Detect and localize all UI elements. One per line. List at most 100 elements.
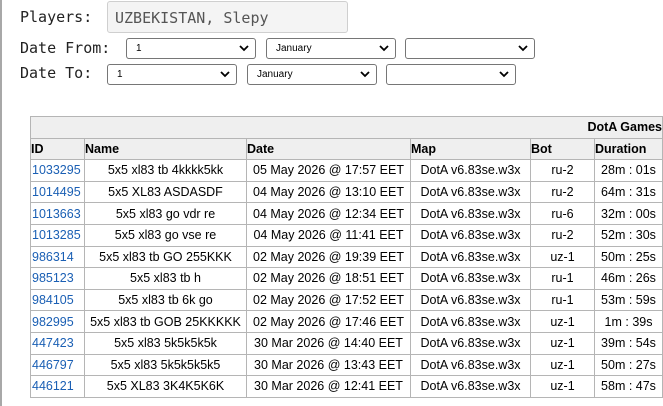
- date-to-label: Date To:: [20, 64, 93, 82]
- table-row: 1033295 5x5 xl83 tb 4kkkk5kk 05 May 2026 @…: [30, 159, 663, 182]
- table-row: 985123 5x5 xl83 tb h 02 May 2026 @ 18:51 E…: [30, 267, 663, 290]
- game-id-link[interactable]: 1013285: [32, 228, 81, 242]
- table-row: 1014495 5x5 XL83 ASDASDF 04 May 2026 @ 13:…: [30, 180, 663, 204]
- players-input[interactable]: UZBEKISTAN, Slepy: [107, 1, 348, 33]
- column-header-date[interactable]: Date: [246, 137, 411, 161]
- game-id-link[interactable]: 446121: [32, 379, 74, 393]
- date-from-day-select[interactable]: 1: [126, 38, 256, 59]
- table-row: 446797 5x5 xl83 5k5k5k5k5 30 Mar 2026 @ 13…: [30, 353, 663, 377]
- game-name-cell: 5x5 XL83 3K4K5K6K: [84, 375, 247, 398]
- game-duration-cell: 46m : 26s: [594, 267, 663, 290]
- game-bot-cell: ru-6: [530, 202, 595, 225]
- game-id-link[interactable]: 985123: [32, 271, 74, 285]
- date-to-month-value: January: [257, 69, 293, 80]
- game-map-cell: DotA v6.83se.w3x: [410, 202, 531, 225]
- game-duration-cell: 53m : 59s: [594, 288, 663, 312]
- game-map-cell: DotA v6.83se.w3x: [410, 288, 531, 312]
- game-name-cell: 5x5 xl83 go vse re: [84, 223, 247, 247]
- game-bot-cell: ru-1: [530, 267, 595, 290]
- game-name-cell: 5x5 xl83 go vdr re: [84, 202, 247, 225]
- game-duration-cell: 1m : 39s: [594, 310, 663, 333]
- game-map-cell: DotA v6.83se.w3x: [410, 180, 531, 204]
- chevron-down-icon: [518, 45, 528, 52]
- games-table: DotA Games ID Name Date Map Bot Duration…: [30, 116, 663, 398]
- table-caption: DotA Games: [30, 116, 663, 139]
- game-id-link[interactable]: 982995: [32, 315, 74, 329]
- game-id-link[interactable]: 447423: [32, 336, 74, 350]
- table-header-row: ID Name Date Map Bot Duration: [30, 137, 663, 161]
- game-id-link[interactable]: 1014495: [32, 185, 81, 199]
- date-from-day-value: 1: [136, 43, 142, 54]
- game-name-cell: 5x5 xl83 tb h: [84, 267, 247, 290]
- game-date-cell: 02 May 2026 @ 17:52 EET: [246, 288, 411, 312]
- column-header-id[interactable]: ID: [30, 137, 85, 161]
- table-row: 1013663 5x5 xl83 go vdr re 04 May 2026 @ 1…: [30, 202, 663, 225]
- game-duration-cell: 64m : 31s: [594, 180, 663, 204]
- column-header-name[interactable]: Name: [84, 137, 247, 161]
- game-bot-cell: uz-1: [530, 310, 595, 333]
- game-id-link-cell: 984105: [30, 288, 85, 312]
- table-row: 982995 5x5 xl83 tb GOB 25KKKKK 02 May 2026…: [30, 310, 663, 333]
- game-map-cell: DotA v6.83se.w3x: [410, 375, 531, 398]
- game-map-cell: DotA v6.83se.w3x: [410, 353, 531, 377]
- game-map-cell: DotA v6.83se.w3x: [410, 245, 531, 269]
- game-duration-cell: 50m : 25s: [594, 245, 663, 269]
- game-duration-cell: 50m : 27s: [594, 353, 663, 377]
- game-date-cell: 04 May 2026 @ 12:34 EET: [246, 202, 411, 225]
- game-date-cell: 30 Mar 2026 @ 12:41 EET: [246, 375, 411, 398]
- date-from-month-select[interactable]: January: [266, 38, 396, 59]
- game-duration-cell: 32m : 00s: [594, 202, 663, 225]
- game-map-cell: DotA v6.83se.w3x: [410, 267, 531, 290]
- game-date-cell: 04 May 2026 @ 11:41 EET: [246, 223, 411, 247]
- page-left-border: [0, 0, 2, 406]
- game-id-link-cell: 982995: [30, 310, 85, 333]
- date-to-day-select[interactable]: 1: [107, 64, 237, 85]
- game-date-cell: 30 Mar 2026 @ 14:40 EET: [246, 331, 411, 355]
- game-date-cell: 04 May 2026 @ 13:10 EET: [246, 180, 411, 204]
- game-id-link-cell: 1033295: [30, 159, 85, 182]
- chevron-down-icon: [499, 71, 509, 78]
- game-name-cell: 5x5 xl83 tb GO 255KKK: [84, 245, 247, 269]
- date-to-day-value: 1: [117, 69, 123, 80]
- chevron-down-icon: [220, 71, 230, 78]
- table-row: 984105 5x5 xl83 tb 6k go 02 May 2026 @ 17:…: [30, 288, 663, 312]
- game-id-link[interactable]: 984105: [32, 293, 74, 307]
- date-to-month-select[interactable]: January: [247, 64, 377, 85]
- date-to-year-select[interactable]: [386, 64, 516, 85]
- game-date-cell: 05 May 2026 @ 17:57 EET: [246, 159, 411, 182]
- game-date-cell: 30 Mar 2026 @ 13:43 EET: [246, 353, 411, 377]
- date-from-label: Date From:: [20, 39, 111, 57]
- players-label: Players:: [20, 8, 93, 26]
- game-duration-cell: 58m : 47s: [594, 375, 663, 398]
- date-from-year-select[interactable]: [405, 38, 535, 59]
- game-map-cell: DotA v6.83se.w3x: [410, 331, 531, 355]
- chevron-down-icon: [239, 45, 249, 52]
- table-row: 986314 5x5 xl83 tb GO 255KKK 02 May 2026 @…: [30, 245, 663, 269]
- game-name-cell: 5x5 XL83 ASDASDF: [84, 180, 247, 204]
- game-name-cell: 5x5 xl83 tb GOB 25KKKKK: [84, 310, 247, 333]
- game-name-cell: 5x5 xl83 5k5k5k5k5: [84, 353, 247, 377]
- game-name-cell: 5x5 xl83 5k5k5k5k: [84, 331, 247, 355]
- game-duration-cell: 39m : 54s: [594, 331, 663, 355]
- game-bot-cell: uz-1: [530, 245, 595, 269]
- column-header-bot[interactable]: Bot: [530, 137, 595, 161]
- chevron-down-icon: [379, 45, 389, 52]
- game-id-link[interactable]: 1013663: [32, 207, 81, 221]
- game-bot-cell: ru-2: [530, 223, 595, 247]
- column-header-map[interactable]: Map: [410, 137, 531, 161]
- table-row: 446121 5x5 XL83 3K4K5K6K 30 Mar 2026 @ 12:…: [30, 375, 663, 398]
- game-id-link-cell: 1013285: [30, 223, 85, 247]
- column-header-duration[interactable]: Duration: [594, 137, 663, 161]
- game-bot-cell: ru-1: [530, 288, 595, 312]
- game-name-cell: 5x5 xl83 tb 6k go: [84, 288, 247, 312]
- game-duration-cell: 52m : 30s: [594, 223, 663, 247]
- game-id-link[interactable]: 986314: [32, 250, 74, 264]
- game-name-cell: 5x5 xl83 tb 4kkkk5kk: [84, 159, 247, 182]
- game-id-link[interactable]: 1033295: [32, 163, 81, 177]
- game-bot-cell: uz-1: [530, 331, 595, 355]
- game-id-link-cell: 985123: [30, 267, 85, 290]
- game-id-link[interactable]: 446797: [32, 358, 74, 372]
- game-id-link-cell: 1013663: [30, 202, 85, 225]
- game-id-link-cell: 447423: [30, 331, 85, 355]
- game-map-cell: DotA v6.83se.w3x: [410, 310, 531, 333]
